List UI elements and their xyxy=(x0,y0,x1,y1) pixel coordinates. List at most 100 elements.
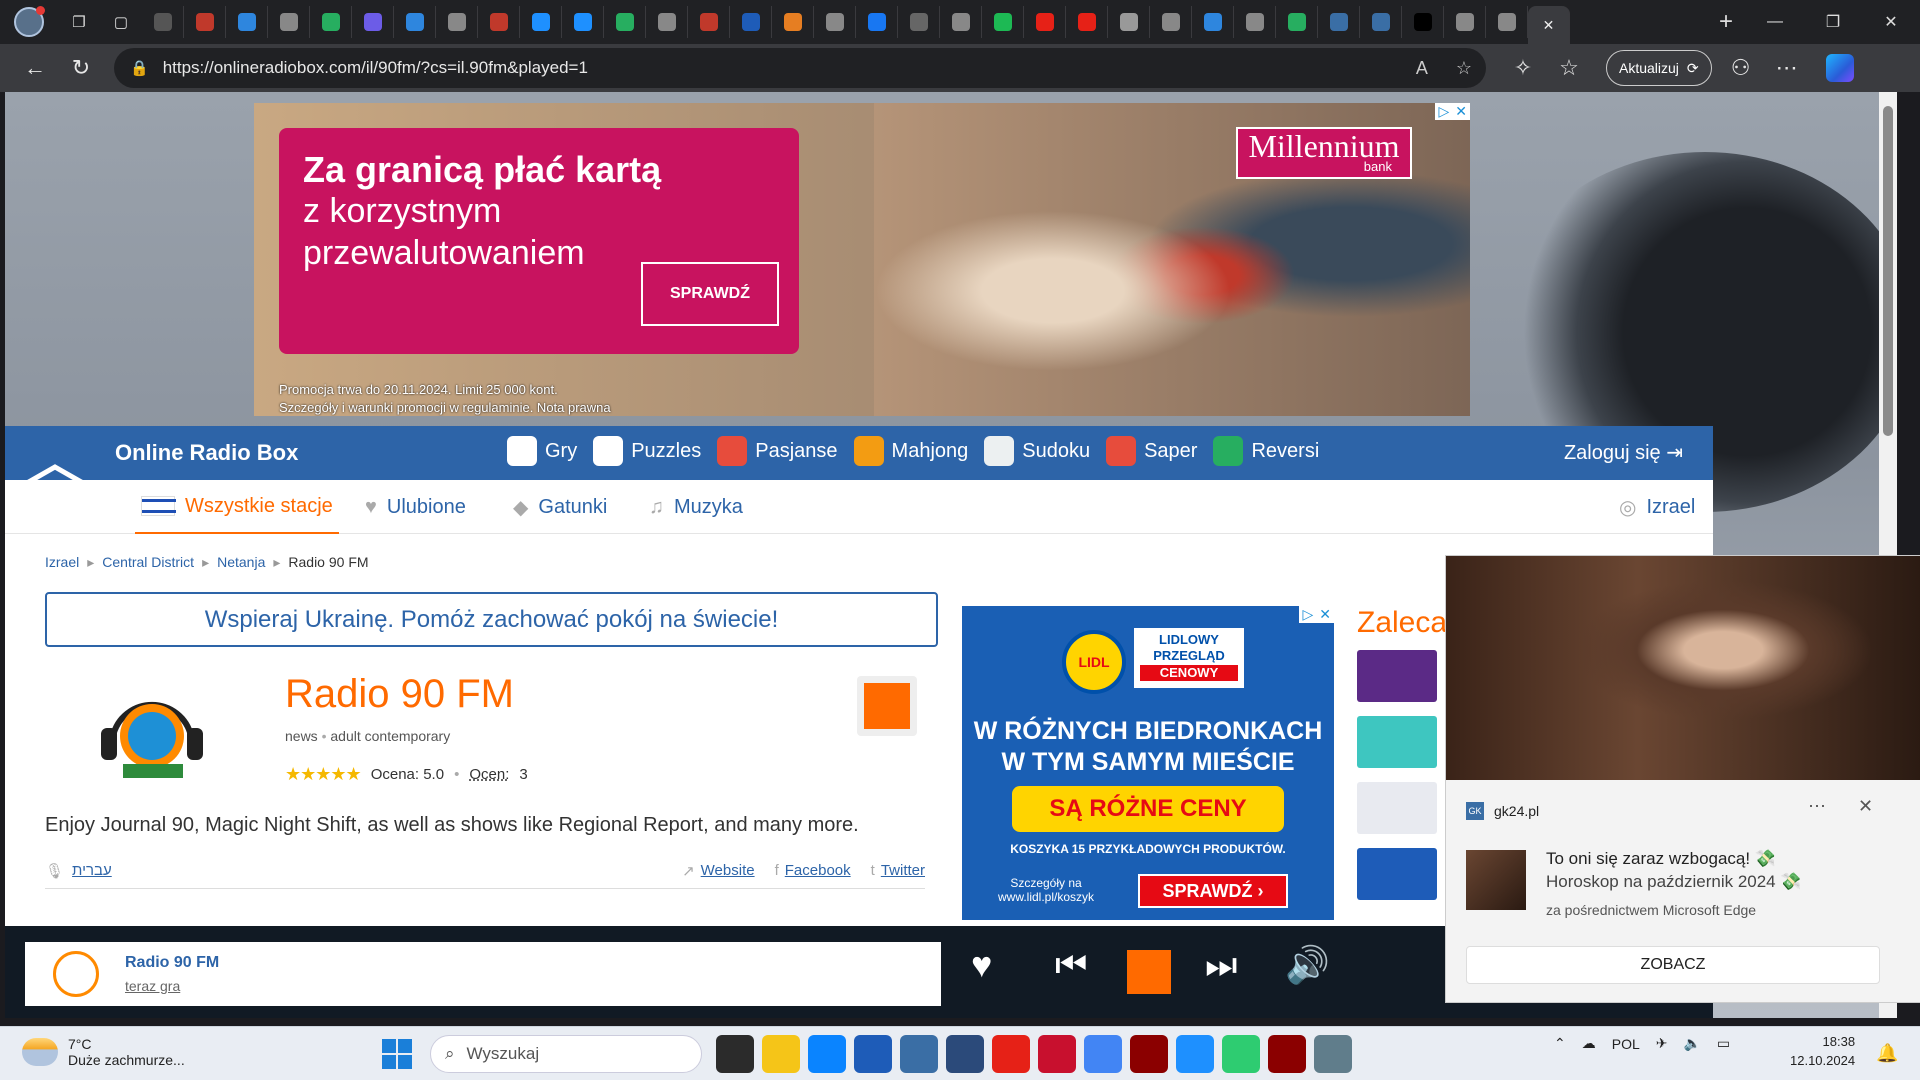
browser-tab[interactable] xyxy=(814,6,856,38)
scrollbar-thumb[interactable] xyxy=(1883,106,1893,436)
rating-stars[interactable]: ★★★★★ xyxy=(285,764,362,785)
recommended-station[interactable] xyxy=(1357,782,1437,834)
profile-sync-icon[interactable]: ⚇ xyxy=(1718,48,1764,88)
recommended-station[interactable] xyxy=(1357,848,1437,900)
notification-bell-icon[interactable]: 🔔 xyxy=(1876,1043,1898,1064)
taskbar-app-icon[interactable] xyxy=(1084,1035,1122,1073)
volume-icon[interactable]: 🔊 xyxy=(1285,944,1330,986)
game-link[interactable]: Mahjong xyxy=(853,436,968,466)
new-tab-button[interactable]: + xyxy=(1706,8,1746,36)
game-link[interactable]: Pasjanse xyxy=(717,436,838,466)
tab-all-stations[interactable]: Wszystkie stacje xyxy=(135,480,339,534)
lidl-cta-button[interactable]: SPRAWDŹ › xyxy=(1138,874,1288,908)
taskbar-app-icon[interactable] xyxy=(808,1035,846,1073)
lidl-ad-choices[interactable]: ▷ ✕ xyxy=(1299,606,1334,623)
browser-tab[interactable] xyxy=(142,6,184,38)
browser-tab[interactable] xyxy=(226,6,268,38)
browser-tab[interactable] xyxy=(730,6,772,38)
taskbar-app-icon[interactable] xyxy=(1130,1035,1168,1073)
taskbar-app-icon[interactable] xyxy=(1038,1035,1076,1073)
game-link[interactable]: Sudoku xyxy=(984,436,1090,466)
tab-favorites[interactable]: ♥ Ulubione xyxy=(365,480,466,534)
tab-genres[interactable]: ◆ Gatunki xyxy=(513,480,607,534)
browser-tab[interactable] xyxy=(1444,6,1486,38)
browser-tab[interactable] xyxy=(520,6,562,38)
language-indicator[interactable]: POL xyxy=(1612,1036,1640,1052)
taskbar-app-icon[interactable] xyxy=(854,1035,892,1073)
browser-tab[interactable] xyxy=(352,6,394,38)
advertisement-banner[interactable]: Za granicą płać kartą z korzystnym przew… xyxy=(254,103,1470,416)
taskbar-app-icon[interactable] xyxy=(992,1035,1030,1073)
crumb-city[interactable]: Netanja xyxy=(217,554,265,571)
previous-icon[interactable]: ⏮ xyxy=(1055,944,1087,987)
country-selector[interactable]: ◎ Izrael xyxy=(1619,480,1695,534)
player-status[interactable]: teraz gra xyxy=(125,978,219,994)
browser-tab[interactable] xyxy=(184,6,226,38)
favorite-heart-icon[interactable]: ♥ xyxy=(971,944,992,986)
notification-close-icon[interactable]: ✕ xyxy=(1858,796,1873,817)
workspaces-icon[interactable]: ❐ xyxy=(68,11,90,33)
tab-actions-icon[interactable]: ▢ xyxy=(110,11,132,33)
copilot-icon[interactable] xyxy=(1825,54,1854,82)
browser-tab[interactable] xyxy=(394,6,436,38)
browser-tab[interactable] xyxy=(604,6,646,38)
ukraine-banner[interactable]: Wspieraj Ukrainę. Pomóż zachować pokój n… xyxy=(45,592,938,647)
browser-tab[interactable] xyxy=(1318,6,1360,38)
browser-tab[interactable] xyxy=(1024,6,1066,38)
minimize-icon[interactable]: — xyxy=(1746,0,1804,44)
taskbar-app-icon[interactable] xyxy=(946,1035,984,1073)
game-link[interactable]: Puzzles xyxy=(593,436,701,466)
browser-tab[interactable] xyxy=(1108,6,1150,38)
tag-news[interactable]: news xyxy=(285,728,318,744)
battery-icon[interactable]: ▭ xyxy=(1717,1035,1730,1052)
recommended-station[interactable] xyxy=(1357,716,1437,768)
taskbar-app-icon[interactable] xyxy=(1268,1035,1306,1073)
back-icon[interactable]: ← xyxy=(12,48,58,88)
browser-tab[interactable] xyxy=(478,6,520,38)
website-link[interactable]: Website xyxy=(701,862,755,880)
player-station-name[interactable]: Radio 90 FM xyxy=(125,954,219,972)
game-link[interactable]: Reversi xyxy=(1213,436,1319,466)
address-bar[interactable]: 🔒 https://onlineradiobox.com/il/90fm/?cs… xyxy=(114,48,1486,88)
browser-tab[interactable] xyxy=(1150,6,1192,38)
browser-tab[interactable] xyxy=(646,6,688,38)
language-link[interactable]: עברית xyxy=(72,862,112,880)
browser-tab[interactable] xyxy=(1192,6,1234,38)
weather-widget[interactable]: 7°C Duże zachmurze... xyxy=(22,1036,185,1068)
extensions-icon[interactable]: ✧ xyxy=(1500,48,1546,88)
taskbar-search[interactable]: ⌕ Wyszukaj xyxy=(430,1035,702,1073)
lidl-advertisement[interactable]: LIDL LIDLOWY PRZEGLĄD CENOWY W RÓŻNYCH BIE… xyxy=(962,606,1334,920)
adchoices-icon[interactable]: ▷ xyxy=(1438,103,1449,120)
browser-tab[interactable] xyxy=(562,6,604,38)
maximize-icon[interactable]: ❐ xyxy=(1804,0,1862,44)
favorites-icon[interactable]: ☆ xyxy=(1546,48,1592,88)
browser-tab[interactable] xyxy=(982,6,1024,38)
notification-action-button[interactable]: ZOBACZ xyxy=(1466,946,1880,984)
browser-tab[interactable] xyxy=(688,6,730,38)
ad-choices[interactable]: ▷ ✕ xyxy=(1435,103,1470,120)
taskbar-app-icon[interactable] xyxy=(1314,1035,1352,1073)
site-name[interactable]: Online Radio Box xyxy=(115,440,298,466)
tab-music[interactable]: ♫ Muzyka xyxy=(649,480,743,534)
url-text[interactable]: https://onlineradiobox.com/il/90fm/?cs=i… xyxy=(163,58,1402,78)
close-window-icon[interactable]: ✕ xyxy=(1862,0,1920,44)
taskbar-app-icon[interactable] xyxy=(900,1035,938,1073)
browser-tab[interactable] xyxy=(1360,6,1402,38)
taskbar-app-icon[interactable] xyxy=(762,1035,800,1073)
tag-adult-contemporary[interactable]: adult contemporary xyxy=(330,728,450,744)
start-button[interactable] xyxy=(382,1039,412,1069)
recommended-station[interactable] xyxy=(1357,650,1437,702)
read-aloud-icon[interactable]: A xyxy=(1416,58,1428,79)
crumb-district[interactable]: Central District xyxy=(102,554,194,571)
browser-tab[interactable] xyxy=(1066,6,1108,38)
adchoices-icon[interactable]: ▷ xyxy=(1302,606,1313,623)
game-link[interactable]: Saper xyxy=(1106,436,1197,466)
now-playing-box[interactable]: Radio 90 FM teraz gra xyxy=(25,942,941,1006)
reload-icon[interactable]: ↻ xyxy=(58,48,104,88)
ad-cta-button[interactable]: SPRAWDŹ xyxy=(641,262,779,326)
profile-avatar[interactable] xyxy=(14,6,45,37)
stop-button[interactable] xyxy=(857,676,917,736)
taskbar-app-icon[interactable] xyxy=(1222,1035,1260,1073)
crumb-country[interactable]: Izrael xyxy=(45,554,79,571)
more-menu-icon[interactable]: ⋯ xyxy=(1764,48,1810,88)
